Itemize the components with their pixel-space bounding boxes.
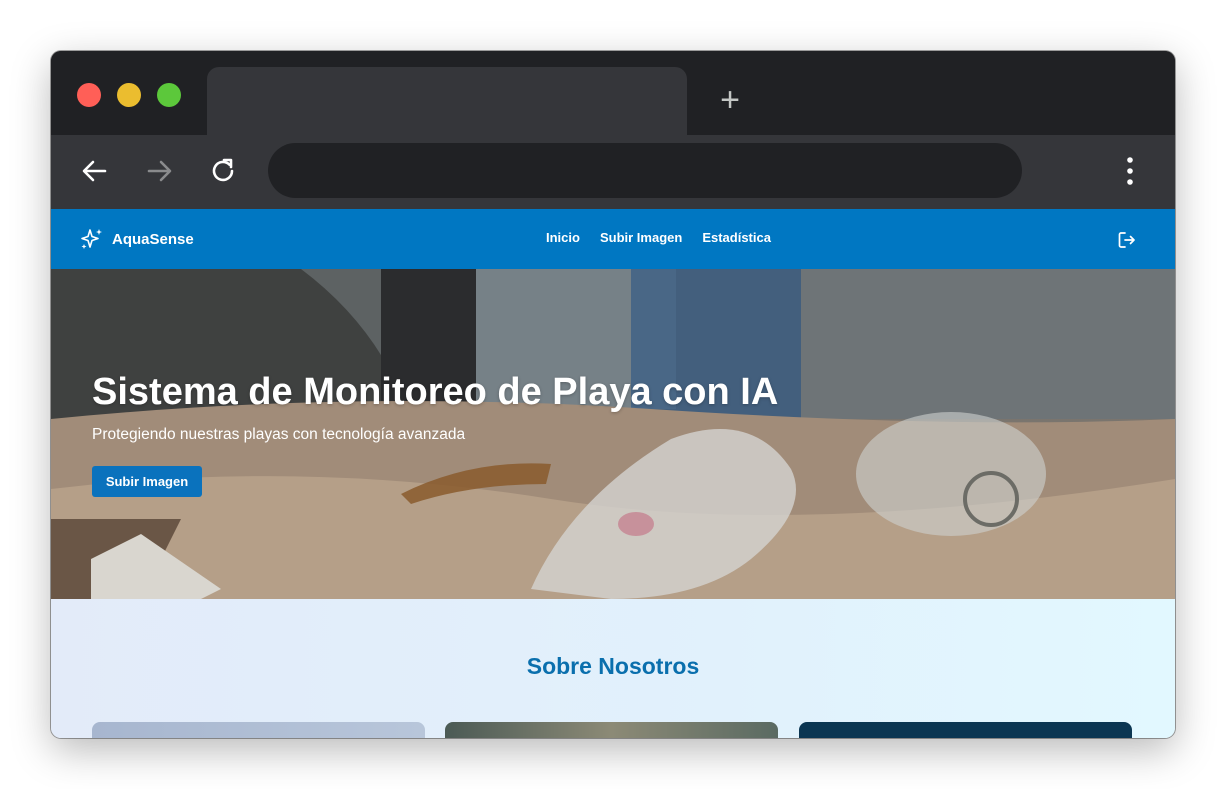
nav-link-inicio[interactable]: Inicio <box>546 230 580 245</box>
active-tab[interactable] <box>207 67 687 135</box>
more-vertical-icon <box>1127 157 1133 185</box>
hero-banner: Sistema de Monitoreo de Playa con IA Pro… <box>51 269 1175 599</box>
hero-subtitle: Protegiendo nuestras playas con tecnolog… <box>92 426 466 443</box>
maximize-window-button[interactable] <box>157 83 181 107</box>
browser-menu-button[interactable] <box>1117 155 1143 187</box>
brand-logo[interactable]: AquaSense <box>80 227 194 251</box>
minimize-window-button[interactable] <box>117 83 141 107</box>
browser-window: + AquaSense Inicio Subir Imagen Estadíst… <box>51 51 1175 738</box>
browser-toolbar <box>51 135 1175 209</box>
nav-link-subir-imagen[interactable]: Subir Imagen <box>600 230 682 245</box>
forward-button[interactable] <box>143 155 175 187</box>
reload-icon <box>212 158 234 182</box>
about-section: Sobre Nosotros <box>51 599 1175 738</box>
tab-strip: + <box>51 51 1175 135</box>
about-card <box>92 722 425 738</box>
logout-button[interactable] <box>1117 230 1137 250</box>
address-bar[interactable] <box>268 143 1022 198</box>
back-button[interactable] <box>79 155 111 187</box>
new-tab-button[interactable]: + <box>715 83 745 117</box>
hero-title: Sistema de Monitoreo de Playa con IA <box>92 371 779 413</box>
brand-name: AquaSense <box>112 230 194 248</box>
sparkles-icon <box>81 229 102 249</box>
site-navbar: AquaSense Inicio Subir Imagen Estadístic… <box>51 209 1175 269</box>
reload-button[interactable] <box>207 155 239 187</box>
upload-image-button[interactable]: Subir Imagen <box>92 466 202 497</box>
about-card <box>445 722 778 738</box>
about-card <box>799 722 1132 738</box>
nav-link-estadistica[interactable]: Estadística <box>702 230 771 245</box>
arrow-left-icon <box>82 160 107 182</box>
main-nav: Inicio Subir Imagen Estadística <box>546 230 771 245</box>
about-title: Sobre Nosotros <box>526 653 700 679</box>
web-page: AquaSense Inicio Subir Imagen Estadístic… <box>51 209 1175 738</box>
close-window-button[interactable] <box>77 83 101 107</box>
arrow-right-icon <box>147 160 172 182</box>
logout-icon <box>1118 232 1135 248</box>
